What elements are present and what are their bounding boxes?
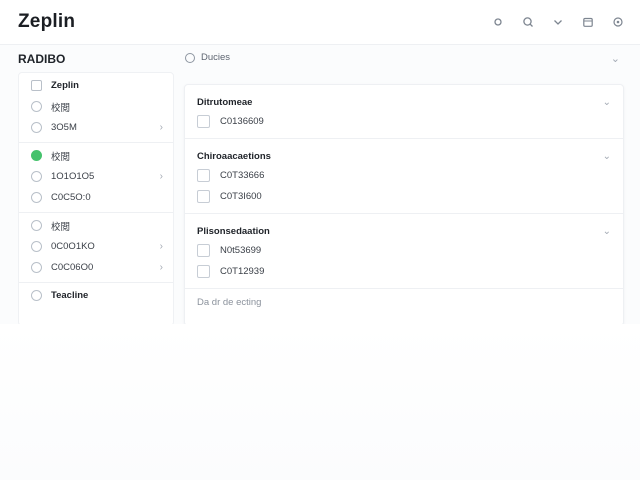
section-header[interactable]: Plisonsedaation ⌄: [197, 222, 611, 240]
section-header[interactable]: Chiroaacaetions ⌄: [197, 147, 611, 165]
chevron-right-icon: ›: [159, 171, 163, 182]
top-toolbar: [490, 14, 626, 30]
row-label: N0t53699: [220, 245, 262, 256]
list-item: C0T12939: [197, 261, 611, 282]
sidebar-item-label: C0C06O0: [51, 262, 94, 273]
list-item: N0t53699: [197, 240, 611, 261]
circle-icon: [31, 220, 42, 231]
check-icon: [31, 150, 42, 161]
chevron-down-icon[interactable]: ⌄: [603, 151, 611, 162]
list-item: C0136609: [197, 111, 611, 132]
chevron-right-icon: ›: [159, 262, 163, 273]
settings-icon[interactable]: [610, 14, 626, 30]
circle-icon: [31, 290, 42, 301]
sidebar-item-label: 3O5M: [51, 122, 77, 133]
sidebar-item[interactable]: 校閲: [19, 96, 173, 117]
chevron-down-icon[interactable]: [550, 14, 566, 30]
breadcrumb-label: Ducies: [201, 52, 231, 63]
sidebar-item[interactable]: 校閲: [19, 215, 173, 236]
sidebar-item[interactable]: 1O1O1O5 ›: [19, 166, 173, 187]
project-title: RADIBO: [18, 52, 66, 66]
chevron-right-icon: ›: [159, 241, 163, 252]
row-label: C0T33666: [220, 170, 265, 181]
circle-icon: [31, 101, 42, 112]
circle-icon: [31, 241, 42, 252]
section-title: Chiroaacaetions: [197, 150, 271, 162]
sidebar-item-label: Zeplin: [51, 80, 79, 91]
sidebar-item-label: 校閲: [51, 151, 71, 163]
chevron-down-icon[interactable]: ⌄: [603, 226, 611, 237]
top-bar: Zeplin: [0, 0, 640, 45]
list-item: C0T3I600: [197, 186, 611, 207]
section-header[interactable]: Ditrutomeae ⌄: [197, 93, 611, 111]
sidebar-item-label: 1O1O1O5: [51, 171, 95, 182]
sidebar-item-teacline[interactable]: Teacline: [19, 285, 173, 306]
section: Plisonsedaation ⌄ N0t53699 C0T12939: [185, 214, 623, 289]
circle-icon: [31, 262, 42, 273]
chevron-down-icon[interactable]: ⌄: [603, 97, 611, 108]
list-item: C0T33666: [197, 165, 611, 186]
search-icon[interactable]: [520, 14, 536, 30]
circle-icon: [31, 192, 42, 203]
empty-area: [0, 324, 640, 480]
section-title: Plisonsedaation: [197, 225, 270, 237]
calendar-icon[interactable]: [580, 14, 596, 30]
row-label: C0T12939: [220, 266, 265, 277]
sidebar-group: Zeplin 校閲 3O5M ›: [19, 73, 173, 143]
app-title: Zeplin: [18, 11, 76, 32]
circle-icon: [31, 122, 42, 133]
sidebar-item-label: 校閲: [51, 102, 71, 114]
sidebar-item[interactable]: 3O5M ›: [19, 117, 173, 138]
sidebar-item-label: C0C5O:0: [51, 192, 91, 203]
info-icon: [185, 52, 195, 63]
sidebar-group: Teacline: [19, 283, 173, 310]
checkbox[interactable]: [197, 244, 210, 257]
sidebar-item[interactable]: 0C0O1KO ›: [19, 236, 173, 257]
section: Ditrutomeae ⌄ C0136609: [185, 85, 623, 139]
section: Chiroaacaetions ⌄ C0T33666 C0T3I600: [185, 139, 623, 214]
footer-note: Da dr de ecting: [197, 297, 262, 308]
checkbox[interactable]: [197, 169, 210, 182]
sidebar-item-label: 校閲: [51, 221, 71, 233]
checkbox[interactable]: [197, 265, 210, 278]
chevron-right-icon: ›: [159, 122, 163, 133]
section-title: Ditrutomeae: [197, 96, 253, 108]
sidebar-item-zeplin[interactable]: Zeplin: [19, 75, 173, 96]
row-label: C0T3I600: [220, 191, 262, 202]
sidebar-group: 校閲 1O1O1O5 › C0C5O:0: [19, 143, 173, 213]
row-label: C0136609: [220, 116, 264, 127]
checkbox[interactable]: [197, 190, 210, 203]
sidebar-item-label: Teacline: [51, 290, 89, 301]
sidebar-item[interactable]: C0C06O0 ›: [19, 257, 173, 278]
chevron-down-icon[interactable]: ⌄: [611, 52, 620, 65]
breadcrumb[interactable]: Ducies: [185, 52, 230, 63]
main-panel: Ditrutomeae ⌄ C0136609 Chiroaacaetions ⌄…: [184, 84, 624, 326]
sidebar: Zeplin 校閲 3O5M › 校閲 1O1O1O5 › C0C5O:0 校閲…: [18, 72, 174, 326]
sidebar-group: 校閲 0C0O1KO › C0C06O0 ›: [19, 213, 173, 283]
doc-icon: [31, 80, 42, 91]
sidebar-item-label: 0C0O1KO: [51, 241, 95, 252]
checkbox[interactable]: [197, 115, 210, 128]
circle-icon: [31, 171, 42, 182]
sidebar-item[interactable]: C0C5O:0: [19, 187, 173, 208]
refresh-icon[interactable]: [490, 14, 506, 30]
sidebar-item[interactable]: 校閲: [19, 145, 173, 166]
